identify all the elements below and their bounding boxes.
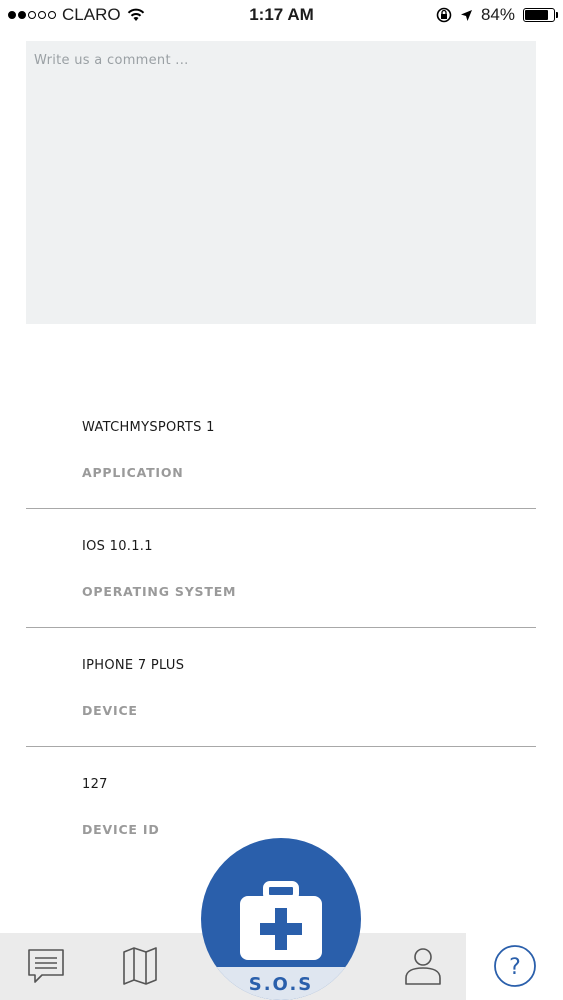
application-value: WATCHMYSPORTS 1 <box>82 420 215 435</box>
profile-icon <box>405 948 441 985</box>
message-icon <box>28 949 64 983</box>
orientation-lock-icon <box>436 7 452 23</box>
device-id-label: DEVICE ID <box>82 822 160 837</box>
device-id-value: 127 <box>82 777 108 792</box>
sos-label: S.O.S <box>248 974 314 995</box>
location-arrow-icon <box>460 9 472 21</box>
tab-map[interactable] <box>115 943 165 989</box>
battery-percent: 84% <box>480 5 515 24</box>
map-icon <box>123 947 157 985</box>
divider <box>26 627 536 628</box>
tab-help[interactable]: ? <box>490 943 540 989</box>
tab-messages[interactable] <box>21 943 71 989</box>
svg-text:?: ? <box>509 955 521 980</box>
comment-input[interactable] <box>26 41 536 324</box>
battery-level <box>525 10 549 20</box>
device-label: DEVICE <box>82 703 138 718</box>
first-aid-kit-icon <box>240 881 322 960</box>
status-bar: CLARO 1:17 AM 84% <box>0 0 563 30</box>
os-value: IOS 10.1.1 <box>82 539 153 554</box>
help-icon: ? <box>494 945 536 987</box>
tab-profile[interactable] <box>398 943 448 989</box>
battery-icon <box>523 8 558 22</box>
divider <box>26 508 536 509</box>
application-label: APPLICATION <box>82 465 184 480</box>
divider <box>26 746 536 747</box>
device-value: IPHONE 7 PLUS <box>82 658 185 673</box>
sos-button[interactable]: S.O.S <box>201 838 361 1000</box>
os-label: OPERATING SYSTEM <box>82 584 237 599</box>
status-right: 84% <box>436 5 558 25</box>
